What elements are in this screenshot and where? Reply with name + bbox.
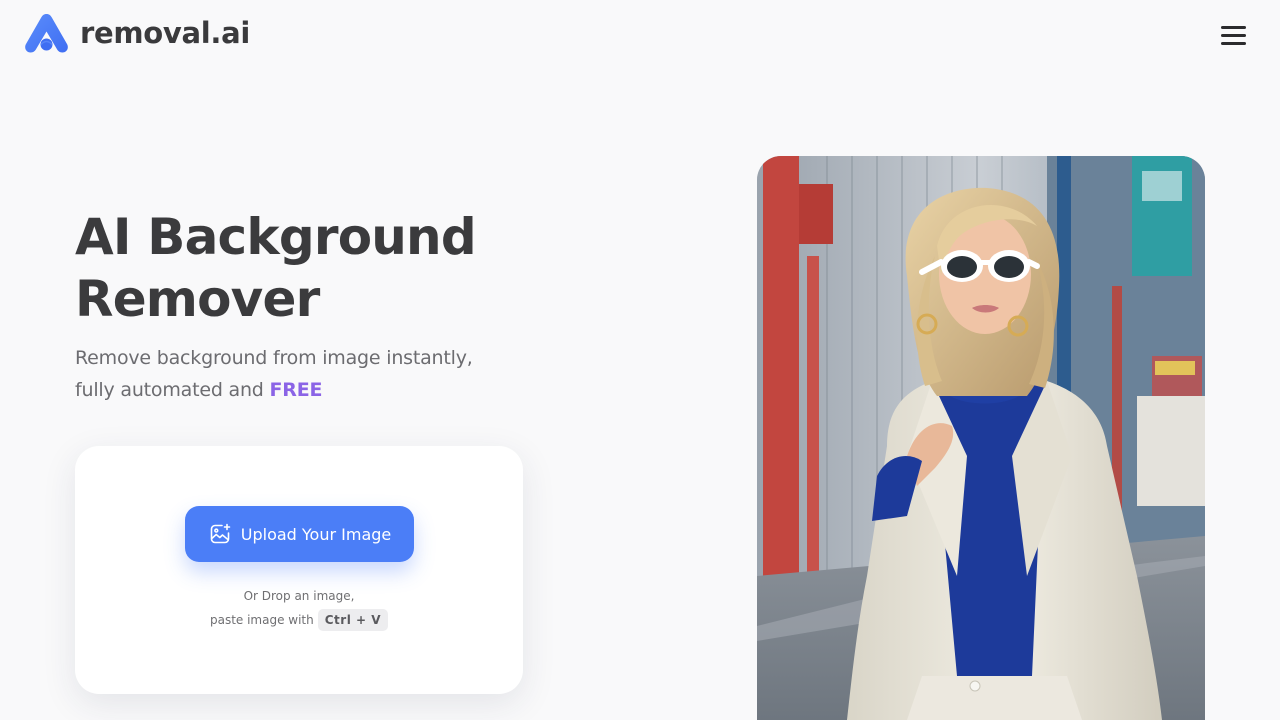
keyboard-shortcut: Ctrl + V: [317, 609, 389, 631]
sample-photo-illustration: [757, 156, 1205, 720]
logo-icon: [25, 14, 68, 53]
menu-line: [1221, 26, 1246, 29]
drop-hint-line-1: Or Drop an image,: [243, 589, 355, 603]
title-line-2: Remover: [75, 270, 320, 328]
menu-line: [1221, 34, 1246, 37]
subtitle-line-2-text: fully automated and: [75, 379, 270, 401]
paste-hint-text: paste image with: [209, 613, 314, 627]
subtitle-line-2: fully automated and FREE: [75, 374, 545, 406]
menu-line: [1221, 42, 1246, 45]
page-title: AI Background Remover: [75, 206, 595, 330]
hamburger-menu-icon[interactable]: [1218, 24, 1248, 48]
logo-text: removal.ai: [80, 16, 251, 50]
site-header: removal.ai: [0, 0, 1280, 72]
drop-hint: Or Drop an image, paste image with Ctrl +…: [75, 584, 523, 632]
hero-sample-photo: [757, 156, 1205, 720]
free-highlight: FREE: [269, 379, 323, 401]
drop-hint-line-2: paste image with Ctrl + V: [75, 608, 523, 632]
logo[interactable]: removal.ai: [24, 12, 250, 54]
upload-button-label: Upload Your Image: [240, 524, 392, 544]
upload-card[interactable]: Upload Your Image Or Drop an image, past…: [75, 446, 523, 694]
hero-subtitle: Remove background from image instantly, …: [75, 342, 545, 406]
upload-image-button[interactable]: Upload Your Image: [185, 506, 414, 562]
subtitle-line-1: Remove background from image instantly,: [75, 347, 473, 369]
image-upload-icon: [210, 523, 231, 544]
title-line-1: AI Background: [75, 208, 477, 266]
